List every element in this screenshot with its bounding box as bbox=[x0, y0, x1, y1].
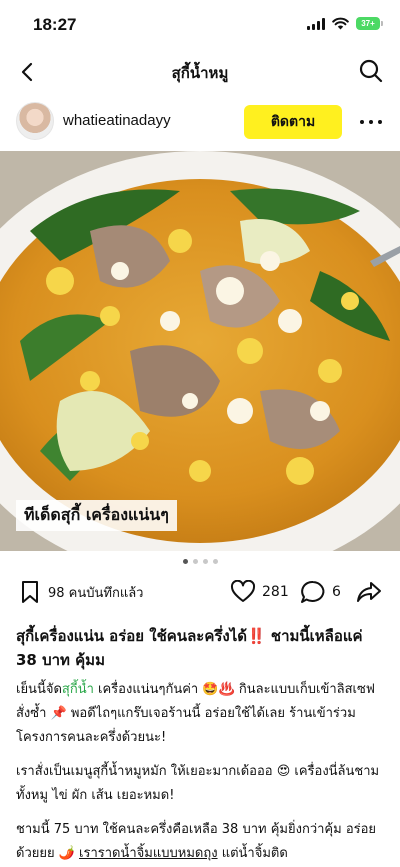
heart-icon bbox=[230, 580, 256, 602]
search-icon[interactable] bbox=[358, 58, 384, 84]
status-time: 18:27 bbox=[33, 15, 77, 34]
post-paragraph: ชามนี้ 75 บาท ใช้คนละครึ่งคือเหลือ 38 บา… bbox=[16, 818, 386, 866]
wifi-icon bbox=[332, 17, 349, 30]
bookmark-icon bbox=[22, 581, 38, 603]
avatar[interactable] bbox=[16, 102, 54, 140]
author-username[interactable]: whatieatinadayy bbox=[63, 112, 171, 129]
share-icon[interactable] bbox=[356, 580, 382, 604]
page-title: สุกี้น้ำหมู bbox=[171, 64, 229, 82]
likes-count: 281 bbox=[262, 584, 289, 600]
cellular-signal-icon bbox=[307, 17, 325, 30]
post-body: เย็นนี้จัดสุกี้น้ำ เครื่องแน่นๆกันค่า 🤩♨… bbox=[16, 678, 386, 867]
post-text-underlined: เราราดน้ำจิ้มแบบหมดถุง bbox=[79, 846, 218, 861]
follow-button[interactable]: ติดตาม bbox=[244, 105, 342, 139]
post-title: สุกี้เครื่องแน่น อร่อย ใช้คนละครึ่งได้‼️… bbox=[16, 627, 363, 669]
post-photo[interactable] bbox=[0, 151, 400, 551]
pagination-dot bbox=[202, 559, 208, 564]
comments-count: 6 bbox=[332, 584, 341, 600]
hashtag-link[interactable]: สุกี้น้ำ bbox=[62, 682, 94, 697]
nav-header: สุกี้น้ำหมู bbox=[0, 52, 400, 92]
saves-count: 98 คนบันทึกแล้ว bbox=[48, 585, 144, 601]
battery-icon: 37+ bbox=[356, 17, 383, 30]
photo-caption-overlay: ทีเด็ดสุกี้ เครื่องแน่นๆ bbox=[16, 500, 177, 531]
pagination-dot-active bbox=[182, 559, 188, 564]
pagination-dot bbox=[212, 559, 218, 564]
post-paragraph: เราสั่งเป็นเมนูสุกี้น้ำหมูหมัก ให้เยอะมา… bbox=[16, 764, 380, 803]
post-text: แต่น้ำจิ้มติด bbox=[217, 846, 288, 861]
post-paragraph: เย็นนี้จัดสุกี้น้ำ เครื่องแน่นๆกันค่า 🤩♨… bbox=[16, 678, 386, 750]
photo-pagination-dots bbox=[0, 559, 400, 564]
post-actions: 98 คนบันทึกแล้ว 281 6 bbox=[0, 578, 400, 608]
pagination-dot bbox=[192, 559, 198, 564]
like-button[interactable]: 281 bbox=[230, 580, 289, 604]
status-icons: 37+ bbox=[307, 17, 383, 30]
more-options-icon[interactable] bbox=[360, 112, 382, 132]
soup-bowl-illustration bbox=[0, 151, 400, 551]
comment-icon bbox=[301, 580, 325, 603]
status-bar: 18:27 37+ bbox=[0, 0, 400, 50]
save-button[interactable]: 98 คนบันทึกแล้ว bbox=[20, 580, 143, 604]
author-row: whatieatinadayy ติดตาม bbox=[0, 100, 400, 144]
post-text: เย็นนี้จัด bbox=[16, 682, 62, 697]
comment-button[interactable]: 6 bbox=[300, 580, 341, 604]
